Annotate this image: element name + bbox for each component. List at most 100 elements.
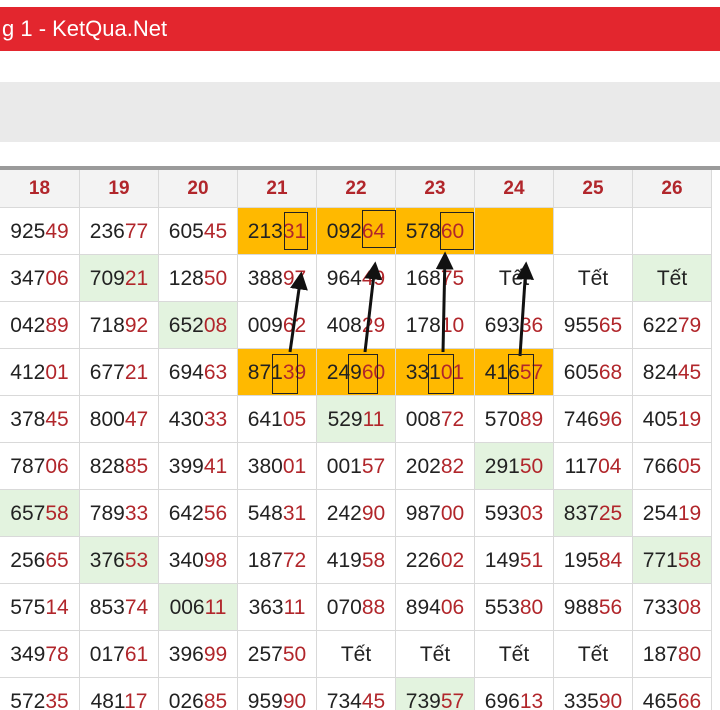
number-suffix: 58 [45, 502, 69, 525]
number-prefix: 168 [405, 267, 441, 290]
number-prefix: 026 [168, 690, 204, 710]
result-cell: 40519 [633, 396, 712, 443]
number-suffix: 01 [282, 455, 307, 478]
result-cell: 22602 [396, 537, 475, 584]
number-prefix: 416 [484, 361, 520, 384]
number-prefix: 593 [484, 502, 520, 525]
column-header: 26 [633, 170, 712, 208]
result-cell: 04289 [0, 302, 80, 349]
number-prefix: 070 [326, 596, 362, 619]
number-prefix: 605 [168, 220, 204, 243]
number-prefix: 257 [247, 643, 283, 666]
number-prefix: 988 [563, 596, 599, 619]
result-cell: 34098 [159, 537, 238, 584]
number-suffix: 50 [203, 267, 228, 290]
number-suffix: 05 [677, 455, 702, 478]
number-suffix: 66 [677, 690, 702, 710]
number-prefix: 363 [248, 596, 284, 619]
column-header: 23 [396, 170, 475, 208]
result-cell: 62279 [633, 302, 712, 349]
spacer-band [0, 142, 720, 166]
result-cell: 54831 [238, 490, 317, 537]
number-suffix: 88 [361, 596, 386, 619]
number-suffix: 65 [45, 549, 69, 572]
column-header: 19 [80, 170, 159, 208]
number-suffix: 58 [361, 549, 386, 572]
result-cell: 69336 [475, 302, 554, 349]
number-prefix: 652 [168, 314, 204, 337]
result-cell: 38001 [238, 443, 317, 490]
column-header: 20 [159, 170, 238, 208]
result-cell: 65758 [0, 490, 80, 537]
result-cell: 29150 [475, 443, 554, 490]
result-cell: 78706 [0, 443, 80, 490]
result-cell: 82885 [80, 443, 159, 490]
number-suffix: 78 [45, 643, 69, 666]
number-suffix: 68 [598, 361, 623, 384]
number-prefix: 092 [326, 220, 362, 243]
number-suffix: 85 [203, 690, 228, 710]
number-prefix: 570 [484, 408, 520, 431]
number-suffix: 04 [598, 455, 622, 478]
number-suffix: 19 [677, 408, 702, 431]
table-row: 57514 85374 00611 36311 07088 89406 55380 98856… [0, 584, 720, 631]
number-prefix: 008 [405, 408, 441, 431]
results-table: 18 19 20 21 22 23 24 25 26 92549 23677 60545 21331 09… [0, 166, 720, 710]
number-prefix: 622 [642, 314, 678, 337]
result-cell: 67721 [80, 349, 159, 396]
result-cell: 57860 [396, 208, 475, 255]
number-prefix: 964 [326, 267, 362, 290]
result-cell: Tết [554, 255, 633, 302]
number-suffix: 75 [440, 267, 465, 290]
number-suffix: 06 [440, 596, 465, 619]
result-cell: 11704 [554, 443, 633, 490]
result-cell: 41657 [475, 349, 554, 396]
number-suffix: 97 [282, 267, 307, 290]
number-suffix: 65 [598, 314, 623, 337]
number-prefix: 291 [484, 455, 520, 478]
number-suffix: 92 [124, 314, 149, 337]
number-suffix: 35 [45, 690, 69, 710]
result-cell: 71892 [80, 302, 159, 349]
filter-area[interactable] [0, 82, 720, 142]
result-cell: 95990 [238, 678, 317, 710]
result-cell: 43033 [159, 396, 238, 443]
number-suffix: 90 [598, 690, 623, 710]
number-suffix: 25 [598, 502, 623, 525]
page-title: g 1 - KetQua.Net [0, 7, 720, 51]
number-suffix: 74 [124, 596, 149, 619]
result-cell: 40829 [317, 302, 396, 349]
number-suffix: 85 [124, 455, 149, 478]
number-suffix: 08 [677, 596, 702, 619]
number-suffix: 06 [45, 455, 69, 478]
number-suffix: 11 [283, 596, 306, 619]
number-suffix: 51 [519, 549, 544, 572]
table-row: 78706 82885 39941 38001 00157 20282 29150 11704… [0, 443, 720, 490]
number-suffix: 31 [282, 502, 307, 525]
number-prefix: 412 [10, 361, 46, 384]
number-prefix: Tết [419, 643, 451, 666]
number-prefix: 871 [247, 361, 283, 384]
result-cell: 57089 [475, 396, 554, 443]
number-prefix: 419 [326, 549, 362, 572]
number-suffix: 80 [519, 596, 544, 619]
result-cell: 78933 [80, 490, 159, 537]
number-suffix: 57 [440, 690, 465, 710]
number-suffix: 05 [282, 408, 307, 431]
result-cell: 34706 [0, 255, 80, 302]
number-prefix: Tết [577, 643, 609, 666]
number-prefix: 696 [484, 690, 520, 710]
column-header: 21 [238, 170, 317, 208]
result-cell: 37653 [80, 537, 159, 584]
result-cell: Tết [317, 631, 396, 678]
result-cell: 96449 [317, 255, 396, 302]
number-suffix: 19 [677, 502, 702, 525]
result-cell: 39699 [159, 631, 238, 678]
result-cell: Tết [475, 255, 554, 302]
number-prefix: 331 [405, 361, 441, 384]
number-prefix: 894 [405, 596, 441, 619]
number-prefix: 605 [563, 361, 599, 384]
result-cell: 89406 [396, 584, 475, 631]
column-header: 18 [0, 170, 80, 208]
number-prefix: 739 [405, 690, 441, 710]
